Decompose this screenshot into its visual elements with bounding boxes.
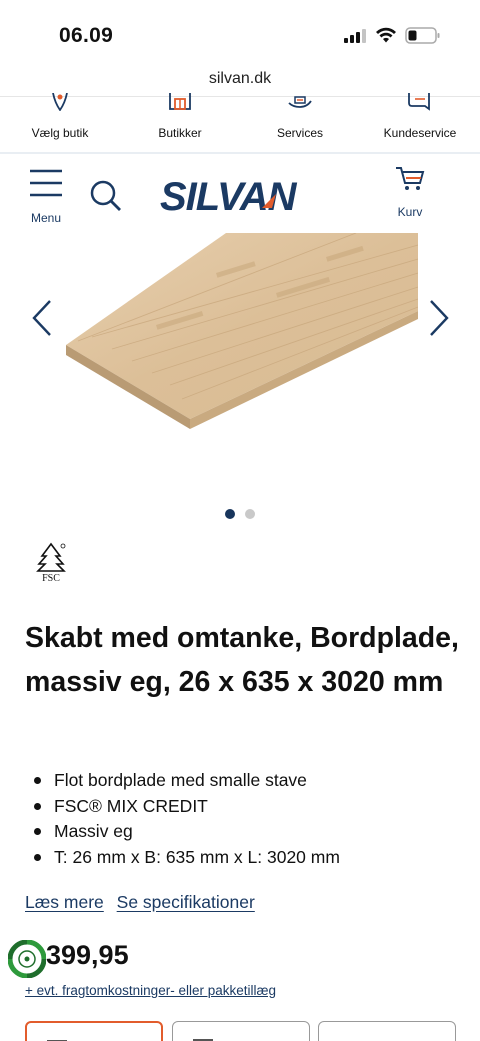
menu-label: Menu [30, 211, 62, 225]
product-option-selected[interactable] [25, 1021, 163, 1041]
status-bar: 06.09 [0, 0, 480, 62]
cart-icon [396, 167, 425, 190]
product-links: Læs mere Se specifikationer [25, 892, 263, 913]
silvan-logo[interactable]: SILVAN [158, 172, 322, 216]
search-icon[interactable] [88, 178, 122, 212]
battery-icon [405, 27, 440, 44]
nav-label: Kundeservice [383, 126, 457, 140]
freight-note-link[interactable]: + evt. fragtomkostninger- eller pakketil… [25, 983, 276, 998]
product-title: Skabt med omtanke, Bordplade, massiv eg,… [25, 622, 459, 698]
list-item: T: 26 mm x B: 635 mm x L: 3020 mm [30, 845, 470, 871]
fsc-logo-icon: FSC [36, 542, 66, 582]
read-more-link[interactable]: Læs mere [25, 892, 104, 912]
nav-label: Butikker [158, 126, 202, 140]
sustainability-badge-icon[interactable] [8, 940, 46, 978]
see-specifications-link[interactable]: Se specifikationer [117, 892, 255, 912]
services-icon [288, 96, 312, 108]
service-nav: Vælg butik Butikker Services Kundeservic… [0, 93, 480, 154]
list-item: Flot bordplade med smalle stave [30, 768, 470, 794]
carousel-prev-arrow-icon[interactable] [30, 299, 54, 337]
product-option[interactable] [318, 1021, 456, 1041]
product-price: 399,95 [46, 940, 129, 970]
nav-label: Services [276, 126, 323, 140]
site-header: Menu SILVAN Kurv [0, 156, 480, 232]
nav-stores[interactable]: Butikker [125, 93, 235, 153]
carousel-dot[interactable] [245, 509, 255, 519]
browser-url[interactable]: silvan.dk [0, 70, 480, 88]
product-highlights: Flot bordplade med smalle stave FSC® MIX… [30, 768, 470, 870]
nav-services[interactable]: Services [245, 96, 355, 153]
wifi-icon [376, 27, 396, 43]
nav-customer-service[interactable]: Kundeservice [365, 93, 475, 153]
chat-icon [408, 93, 430, 111]
status-time: 06.09 [59, 24, 114, 47]
location-pin-icon [52, 93, 68, 111]
product-image-carousel[interactable] [0, 233, 480, 493]
carousel-pagination [225, 509, 257, 519]
carousel-next-arrow-icon[interactable] [427, 299, 451, 337]
list-item: FSC® MIX CREDIT [30, 794, 470, 820]
nav-label: Vælg butik [31, 126, 89, 140]
hamburger-icon [30, 169, 62, 197]
svg-text:FSC: FSC [42, 573, 60, 582]
menu-button[interactable]: Menu [26, 168, 66, 225]
logo-text: SILVAN [160, 175, 298, 216]
cart-label: Kurv [397, 205, 423, 219]
cart-button[interactable]: Kurv [388, 166, 432, 220]
product-option[interactable] [172, 1021, 310, 1041]
carousel-dot-active[interactable] [225, 509, 235, 519]
store-icon [169, 93, 191, 110]
cellular-signal-icon [344, 29, 366, 43]
list-item: Massiv eg [30, 819, 470, 845]
product-image [66, 233, 418, 429]
nav-choose-store[interactable]: Vælg butik [5, 93, 115, 153]
